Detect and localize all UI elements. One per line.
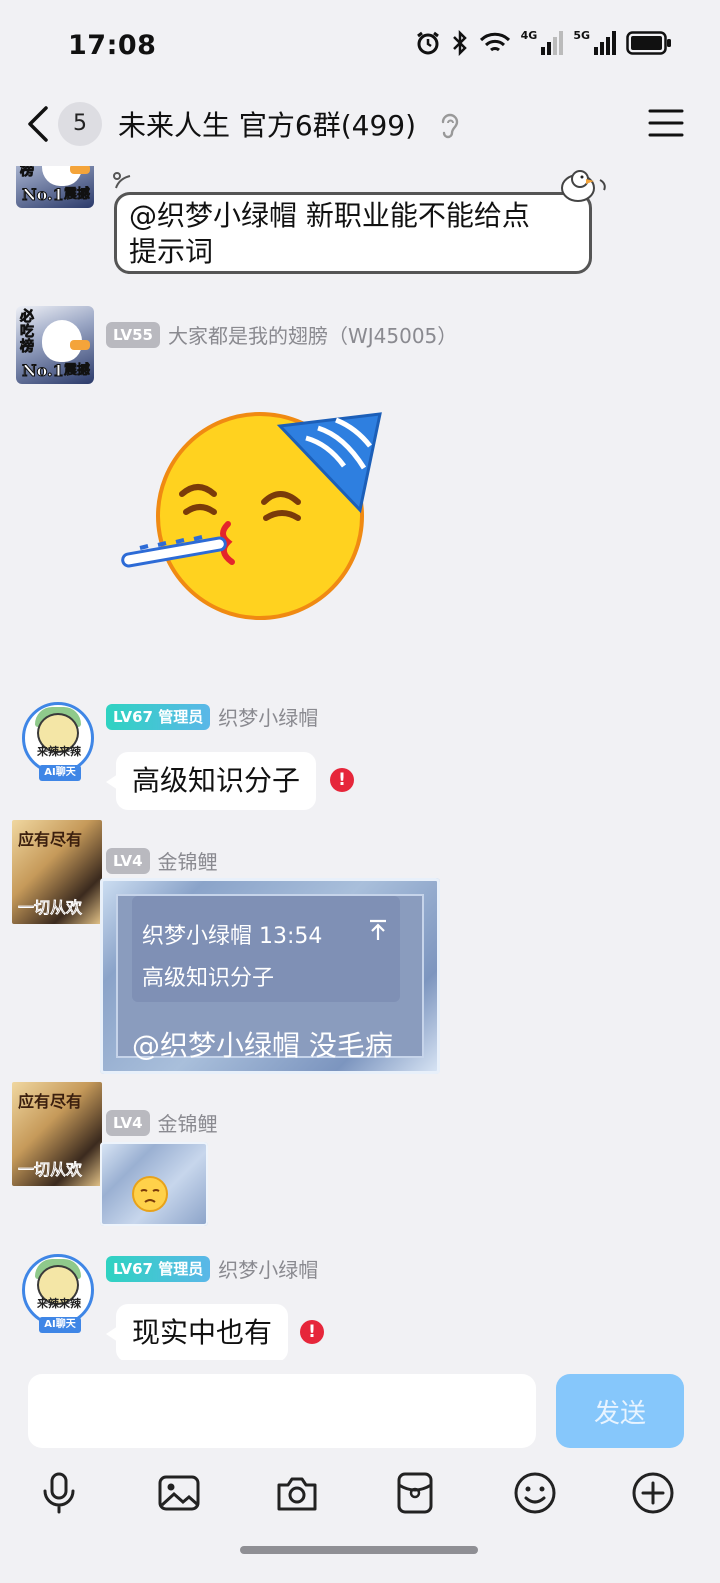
status-icons: 4G 5G: [415, 30, 672, 56]
wifi-icon: [479, 31, 511, 55]
home-indicator[interactable]: [240, 1546, 478, 1554]
level-badge: LV55: [106, 321, 160, 348]
bluetooth-icon: [451, 30, 469, 56]
sender-meta: LV67 管理员 织梦小绿帽: [106, 1254, 318, 1283]
message-list[interactable]: 必吃榜 No.1 震撼 @织梦小绿帽 新职业能不能给点 提示词 必吃榜 No.1…: [0, 166, 720, 1378]
avatar-caption: 必吃榜: [20, 166, 35, 179]
menu-icon[interactable]: [648, 108, 684, 138]
duck-beak: [70, 340, 90, 350]
back-arrow-icon[interactable]: [24, 102, 60, 146]
sender-meta: LV67 管理员 织梦小绿帽: [106, 702, 318, 731]
avatar-caption: 必吃榜: [20, 309, 35, 355]
avatar-caption: 来辣来辣: [37, 1297, 81, 1310]
emoji-icon[interactable]: [512, 1470, 558, 1516]
jump-to-quote-icon[interactable]: [368, 918, 388, 942]
avatar-no1-text: No.1: [22, 361, 65, 381]
message-text: @织梦小绿帽 没毛病: [132, 1029, 393, 1062]
avatar[interactable]: 应有尽有 一切从欢: [12, 1082, 102, 1186]
alarm-icon: [415, 30, 441, 56]
sender-name[interactable]: 金锦鲤: [158, 846, 218, 875]
message-text-line: @织梦小绿帽 新职业能不能给点: [129, 199, 530, 232]
image-icon[interactable]: [156, 1470, 202, 1516]
sad-face-emoji: [130, 1174, 170, 1214]
status-bar: 17:08 4G 5G: [0, 0, 720, 92]
message-input[interactable]: [28, 1374, 536, 1448]
avatar[interactable]: 来辣来辣 AI聊天: [22, 702, 94, 781]
avatar-stamp: 震撼: [63, 363, 91, 379]
chat-header: 5 未来人生 官方6群(499): [0, 92, 720, 166]
red-packet-icon[interactable]: [392, 1470, 438, 1516]
party-emoji-sticker[interactable]: [118, 398, 388, 620]
sender-name[interactable]: 织梦小绿帽: [218, 1254, 318, 1283]
message-bubble[interactable]: 高级知识分子: [105, 752, 317, 810]
duck-decoration-icon: [556, 166, 612, 206]
avatar-caption: 来辣来辣: [37, 745, 81, 758]
message-text: 现实中也有: [132, 1316, 273, 1349]
signal-4g-icon: [541, 31, 564, 55]
group-title[interactable]: 未来人生 官方6群(499): [118, 104, 416, 144]
avatar[interactable]: 必吃榜 No.1 震撼: [16, 166, 94, 208]
message-text-line: 提示词: [129, 235, 214, 268]
sender-name[interactable]: 金锦鲤: [158, 1108, 218, 1137]
admin-level-badge: LV67 管理员: [106, 1255, 211, 1282]
plus-icon[interactable]: [630, 1470, 676, 1516]
sparkle-icon: [112, 170, 134, 192]
avatar-caption-top: 应有尽有: [18, 830, 83, 849]
message-bubble[interactable]: @织梦小绿帽 新职业能不能给点 提示词: [114, 192, 592, 274]
sender-meta: LV4 金锦鲤: [106, 1108, 218, 1137]
network-5g-label: 5G: [573, 29, 590, 42]
ai-chat-tag: AI聊天: [39, 765, 81, 781]
send-failed-icon[interactable]: !: [300, 1320, 324, 1344]
avatar-caption-top: 应有尽有: [18, 1092, 83, 1111]
sender-meta: LV55 大家都是我的翅膀（WJ45005）: [106, 320, 457, 349]
send-button[interactable]: 发送: [556, 1374, 684, 1448]
avatar-caption-bottom: 一切从欢: [18, 898, 83, 917]
ai-chat-tag: AI聊天: [39, 1317, 81, 1333]
composer-toolbar: [0, 1462, 720, 1524]
avatar[interactable]: 应有尽有 一切从欢: [12, 820, 102, 924]
message-bubble[interactable]: 现实中也有: [105, 1304, 289, 1362]
unread-count-badge[interactable]: 5: [58, 102, 102, 146]
avatar-no1-text: No.1: [22, 185, 65, 205]
avatar-caption-bottom: 一切从欢: [18, 1160, 83, 1179]
signal-5g-icon: [594, 31, 616, 55]
battery-icon: [626, 31, 672, 55]
sender-meta: LV4 金锦鲤: [106, 846, 218, 875]
duck-beak: [70, 166, 90, 174]
sender-name[interactable]: 大家都是我的翅膀（WJ45005）: [168, 320, 457, 349]
message-text: 高级知识分子: [132, 764, 301, 797]
quote-body: 高级知识分子: [142, 966, 275, 991]
sender-name[interactable]: 织梦小绿帽: [218, 702, 318, 731]
level-badge: LV4: [106, 1109, 150, 1136]
ear-mode-icon[interactable]: [438, 110, 460, 140]
composer-bar: 发送: [0, 1360, 720, 1460]
camera-icon[interactable]: [274, 1470, 320, 1516]
avatar-stamp: 震撼: [63, 187, 91, 203]
avatar[interactable]: 来辣来辣 AI聊天: [22, 1254, 94, 1333]
quote-header: 织梦小绿帽 13:54: [142, 924, 323, 949]
microphone-icon[interactable]: [36, 1470, 82, 1516]
level-badge: LV4: [106, 847, 150, 874]
send-failed-icon[interactable]: !: [330, 768, 354, 792]
network-4g-label: 4G: [520, 29, 538, 42]
admin-level-badge: LV67 管理员: [106, 703, 211, 730]
avatar[interactable]: 必吃榜 No.1 震撼: [16, 306, 94, 384]
status-time: 17:08: [68, 30, 157, 61]
